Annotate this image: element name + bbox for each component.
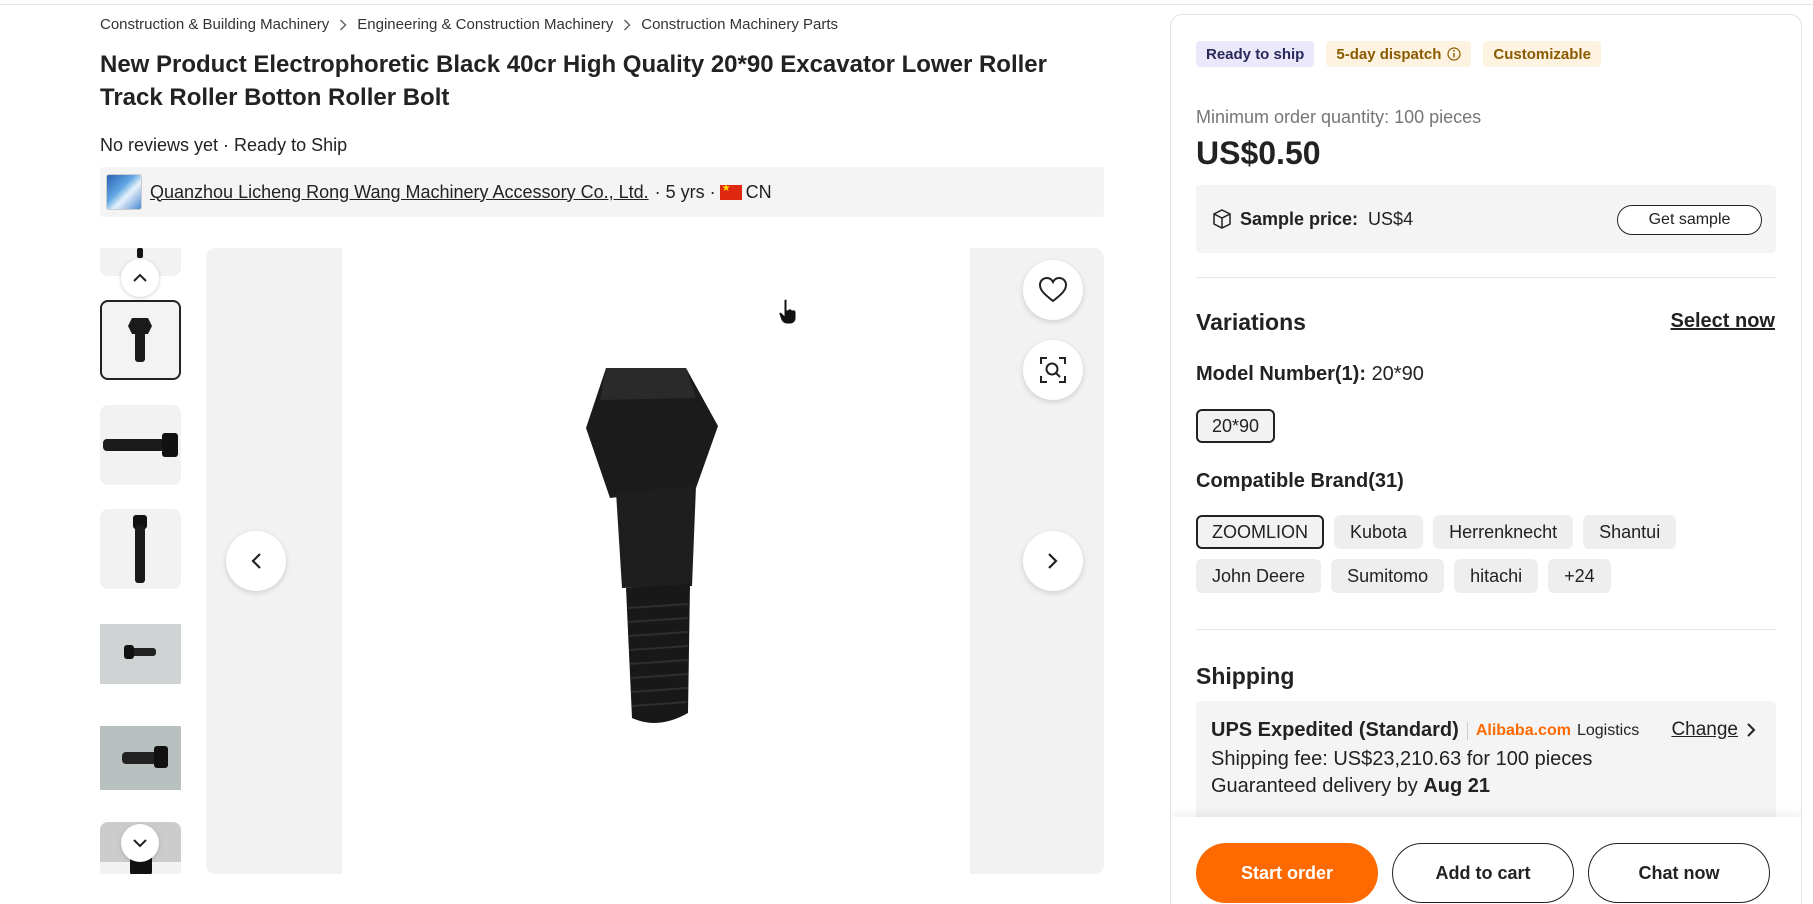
box-icon — [1213, 209, 1231, 229]
breadcrumb-item[interactable]: Construction & Building Machinery — [100, 16, 329, 33]
chevron-down-icon — [133, 839, 147, 848]
brand-chip[interactable]: ZOOMLION — [1196, 515, 1325, 549]
get-sample-button[interactable]: Get sample — [1617, 205, 1762, 235]
supplier-country: CN — [745, 181, 772, 202]
brand-options: ZOOMLION Kubota Herrenknecht Shantui Joh… — [1196, 515, 1756, 593]
compatible-brand-label: Compatible Brand(31) — [1196, 470, 1404, 493]
change-shipping-link[interactable]: Change — [1671, 719, 1756, 741]
thumbnail-active[interactable] — [100, 300, 181, 380]
model-options: 20*90 — [1196, 409, 1756, 443]
select-now-link[interactable]: Select now — [1671, 310, 1775, 333]
divider — [1196, 277, 1776, 278]
hand-cursor-icon — [778, 298, 797, 325]
supplier-years: · 5 yrs · — [654, 181, 716, 202]
sample-price-label: Sample price: — [1240, 208, 1359, 229]
minimum-order-quantity: Minimum order quantity: 100 pieces — [1196, 107, 1482, 127]
brand-chip[interactable]: Sumitomo — [1331, 559, 1445, 593]
delivery-guarantee: Guaranteed delivery by Aug 21 — [1211, 775, 1490, 798]
delivery-prefix: Guaranteed delivery by — [1211, 775, 1418, 797]
chat-now-button[interactable]: Chat now — [1588, 843, 1770, 903]
dispatch-badge-label: 5-day dispatch — [1336, 45, 1442, 63]
thumbnail[interactable] — [100, 405, 181, 485]
previous-image-button[interactable] — [226, 531, 286, 591]
ready-to-ship-badge: Ready to ship — [1196, 41, 1315, 67]
change-label: Change — [1671, 719, 1738, 740]
shipping-title: Shipping — [1196, 663, 1295, 689]
thumbnail[interactable] — [100, 718, 181, 798]
shipping-fee: Shipping fee: US$23,210.63 for 100 piece… — [1211, 748, 1593, 770]
breadcrumb: Construction & Building Machinery Engine… — [100, 16, 838, 33]
start-order-button[interactable]: Start order — [1196, 843, 1378, 903]
breadcrumb-item[interactable]: Engineering & Construction Machinery — [357, 16, 613, 33]
image-search-button[interactable] — [1023, 340, 1083, 400]
thumbnails-up-button[interactable] — [121, 259, 159, 297]
shipping-box: UPS Expedited (Standard) Alibaba.com Log… — [1196, 701, 1776, 831]
chevron-left-icon — [251, 553, 261, 569]
compatible-brand-label-text: Compatible Brand(31) — [1196, 470, 1404, 492]
model-number-label: Model Number(1): 20*90 — [1196, 363, 1424, 386]
supplier-details: · 5 yrs · CN — [655, 182, 772, 203]
supplier-bar: Quanzhou Licheng Rong Wang Machinery Acc… — [100, 167, 1104, 217]
thumbnail[interactable] — [100, 509, 181, 589]
bolt-image — [586, 368, 718, 723]
alibaba-logistics-logo: Alibaba.com — [1466, 721, 1571, 740]
shipping-method: UPS Expedited (Standard) Alibaba.com Log… — [1211, 719, 1639, 742]
variations-title: Variations — [1196, 309, 1306, 335]
chevron-right-icon — [339, 18, 347, 31]
breadcrumb-item[interactable]: Construction Machinery Parts — [641, 16, 838, 33]
brand-chip[interactable]: John Deere — [1196, 559, 1322, 593]
product-meta: No reviews yet · Ready to Ship — [100, 135, 348, 155]
purchase-panel: Ready to ship 5-day dispatch Customizabl… — [1170, 14, 1802, 904]
brand-chip[interactable]: Kubota — [1334, 515, 1424, 549]
image-search-icon — [1040, 357, 1066, 383]
thumbnails-down-button[interactable] — [121, 824, 159, 862]
more-brands-chip[interactable]: +24 — [1548, 559, 1611, 593]
top-divider — [0, 4, 1813, 5]
next-image-button[interactable] — [1023, 531, 1083, 591]
customizable-badge: Customizable — [1483, 41, 1601, 67]
thumbnail-strip — [100, 248, 182, 874]
brand-chip[interactable]: Herrenknecht — [1433, 515, 1574, 549]
model-option-chip[interactable]: 20*90 — [1196, 409, 1276, 443]
chevron-right-icon — [1747, 723, 1756, 737]
add-to-cart-button[interactable]: Add to cart — [1392, 843, 1574, 903]
dispatch-badge: 5-day dispatch — [1326, 41, 1472, 67]
heart-icon — [1038, 276, 1068, 303]
brand-chip[interactable]: Shantui — [1583, 515, 1677, 549]
chevron-right-icon — [623, 18, 631, 31]
model-number-label-text: Model Number(1): — [1196, 363, 1366, 385]
logistics-label: Logistics — [1576, 721, 1640, 739]
model-number-value: 20*90 — [1371, 363, 1424, 385]
product-title: New Product Electrophoretic Black 40cr H… — [100, 51, 1047, 111]
delivery-date: Aug 21 — [1423, 775, 1491, 797]
china-flag-icon — [719, 183, 742, 200]
thumbnail[interactable] — [100, 614, 181, 694]
brand-chip[interactable]: hitachi — [1454, 559, 1539, 593]
supplier-name-link[interactable]: Quanzhou Licheng Rong Wang Machinery Acc… — [150, 182, 649, 203]
favorite-button[interactable] — [1023, 260, 1083, 320]
supplier-logo — [106, 174, 142, 210]
unit-price: US$0.50 — [1196, 135, 1321, 171]
badge-row: Ready to ship 5-day dispatch Customizabl… — [1196, 41, 1601, 67]
sample-price-box: Sample price: US$4 Get sample — [1196, 185, 1776, 253]
action-bar: Start order Add to cart Chat now — [1171, 817, 1801, 904]
chevron-right-icon — [1048, 553, 1058, 569]
main-product-image[interactable] — [206, 248, 1104, 874]
shipping-method-name: UPS Expedited (Standard) — [1211, 719, 1459, 741]
divider — [1196, 629, 1776, 630]
info-icon[interactable] — [1447, 47, 1461, 61]
sample-price-value: US$4 — [1368, 208, 1414, 229]
chevron-up-icon — [133, 273, 147, 282]
